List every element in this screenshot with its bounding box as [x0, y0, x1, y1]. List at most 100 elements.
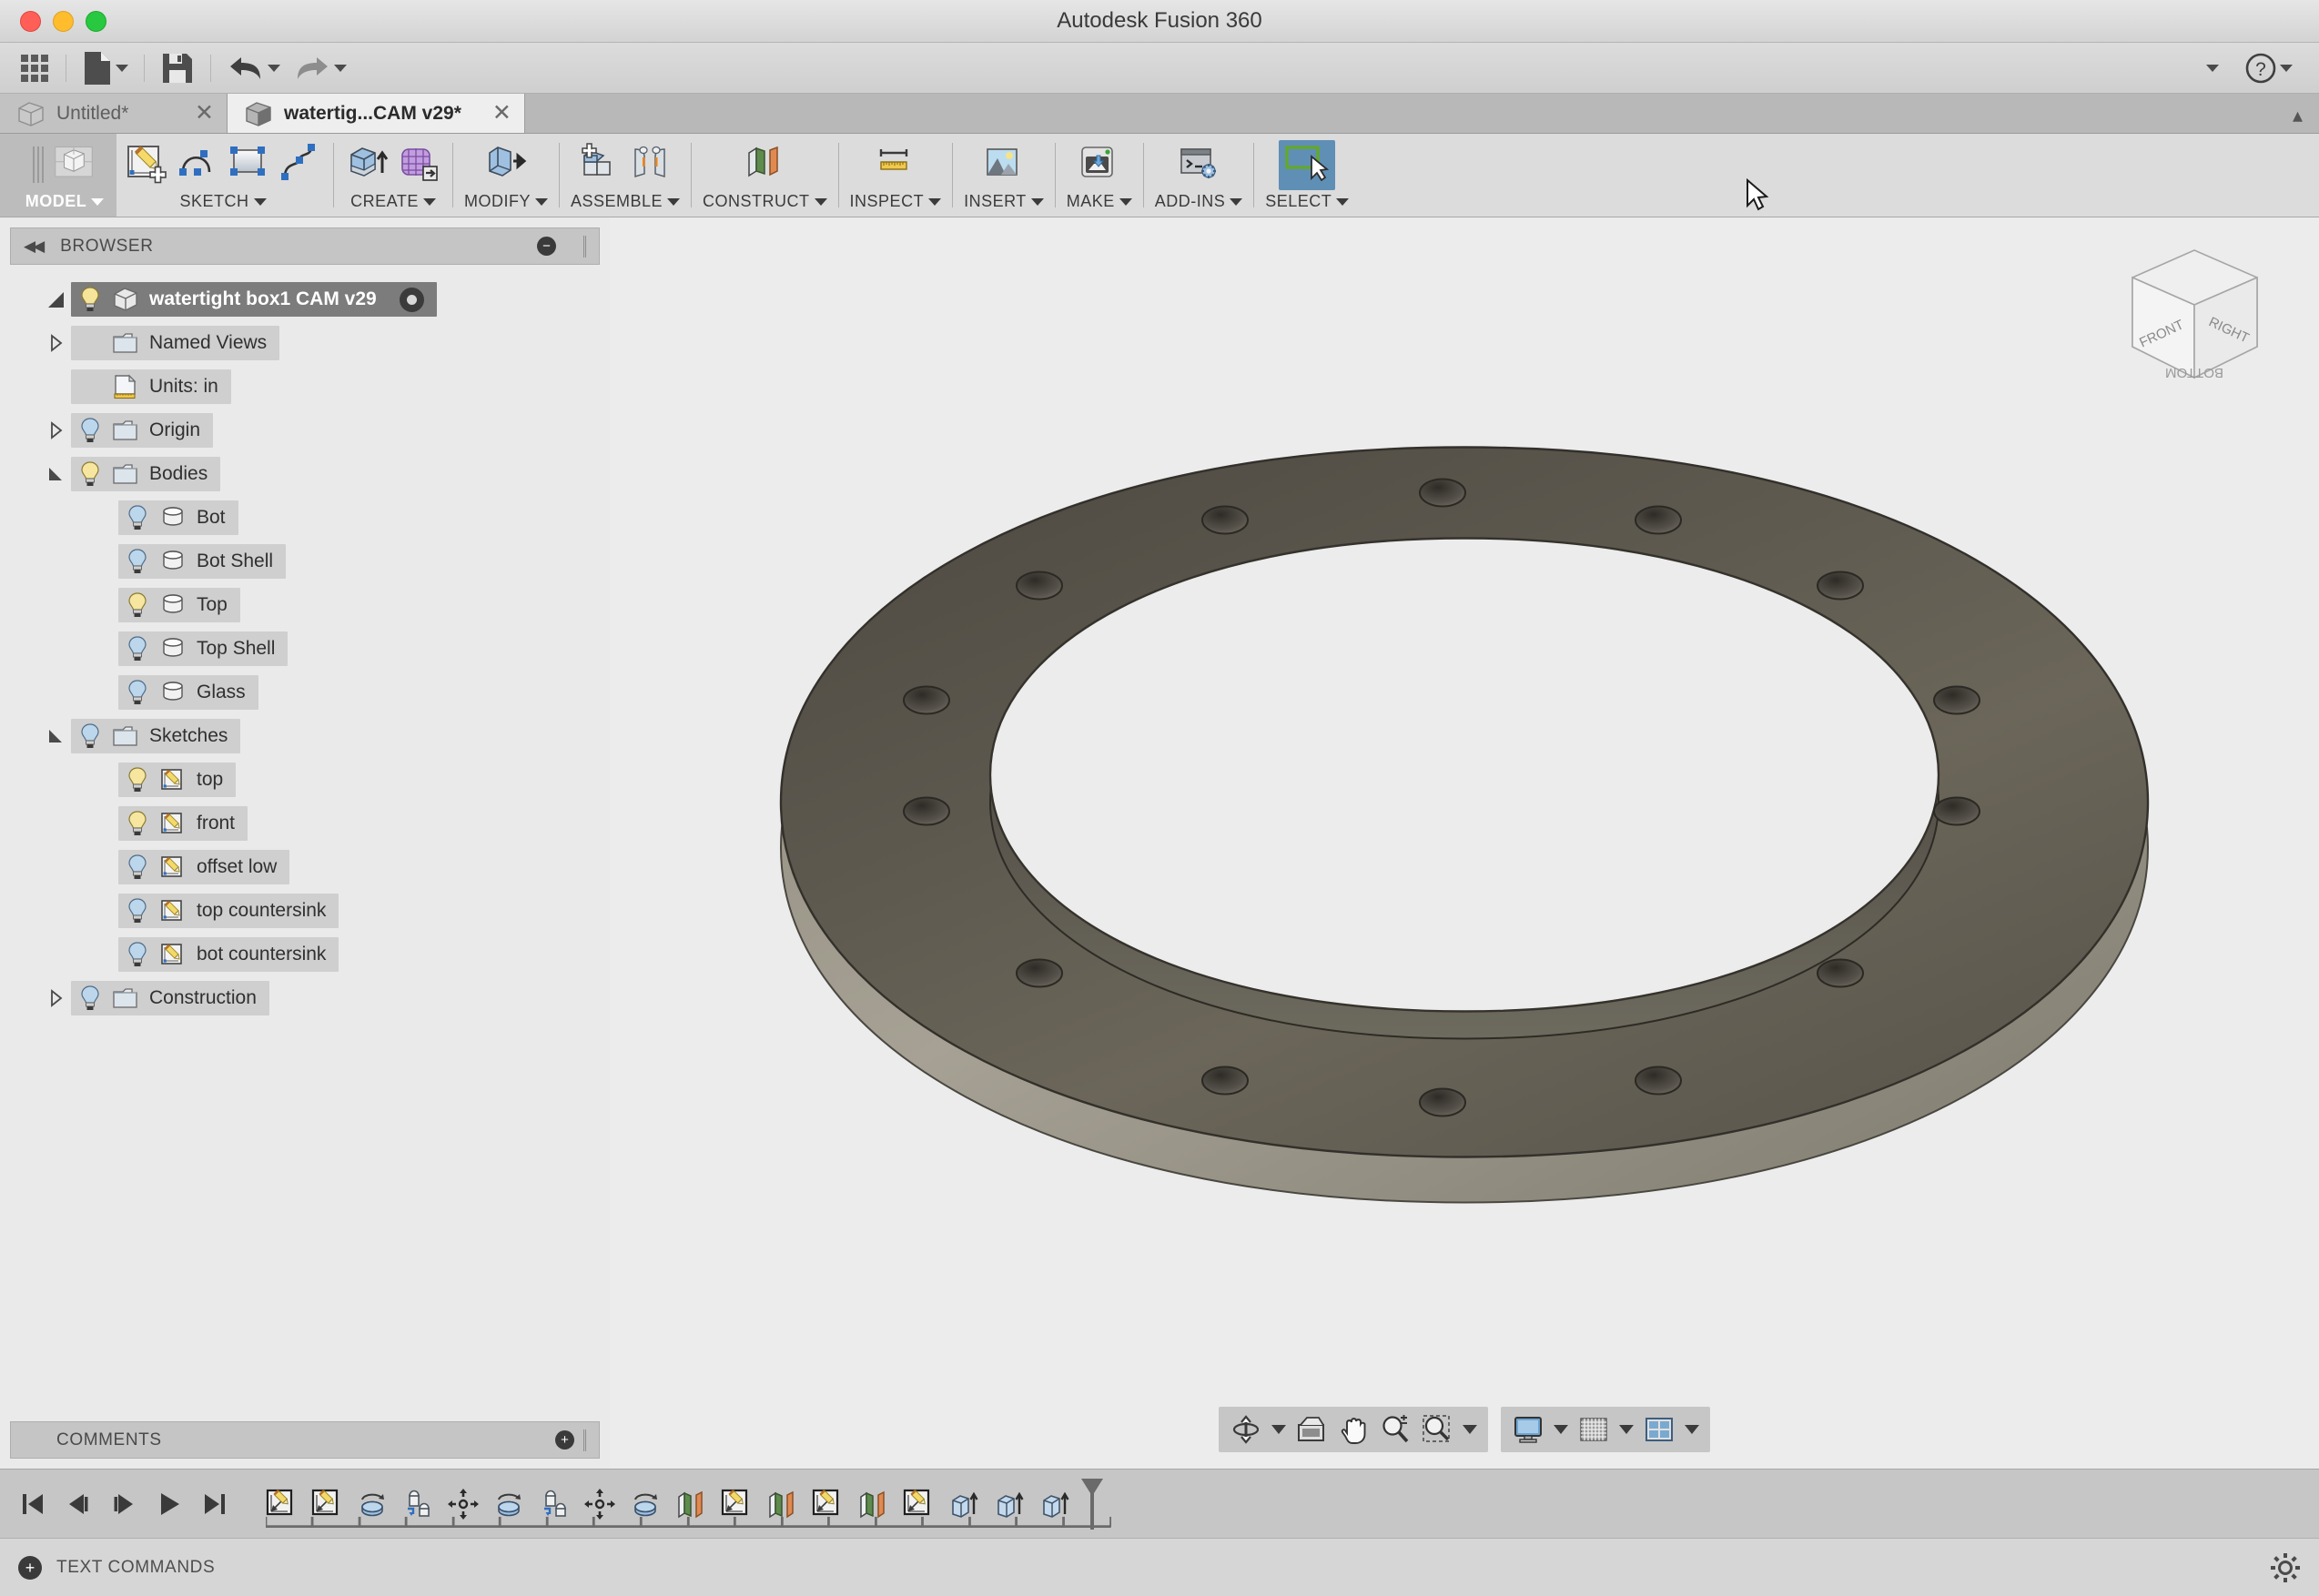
- script-console-icon[interactable]: [1176, 142, 1221, 187]
- view-cube[interactable]: FRONT RIGHT BOTTOM: [2111, 239, 2279, 394]
- redo-button[interactable]: [289, 48, 351, 88]
- chevron-down-icon[interactable]: [1230, 197, 1243, 206]
- close-window-button[interactable]: [20, 10, 41, 32]
- visibility-bulb-on-icon[interactable]: [126, 766, 149, 793]
- timeline-feature-revolve[interactable]: [486, 1483, 531, 1525]
- timeline-go-to-end[interactable]: [195, 1484, 235, 1524]
- chevron-down-icon[interactable]: [334, 64, 347, 72]
- look-at-button[interactable]: [1291, 1410, 1332, 1449]
- save-button[interactable]: [156, 48, 199, 88]
- joint-icon[interactable]: [628, 142, 673, 187]
- zoom-window-button[interactable]: [1417, 1410, 1457, 1449]
- document-tab-watertight-cam[interactable]: watertig...CAM v29* ✕: [228, 94, 525, 133]
- select-tool-button[interactable]: [1279, 139, 1336, 190]
- panel-resize-grip[interactable]: [583, 235, 586, 258]
- timeline-feature-joint[interactable]: [395, 1483, 440, 1525]
- tree-row-units-in[interactable]: Units: in: [71, 369, 231, 404]
- tree-twisty[interactable]: [40, 334, 71, 352]
- tree-row-front[interactable]: front: [118, 806, 248, 841]
- display-chevron-down-icon[interactable]: [1554, 1425, 1568, 1434]
- tree-twisty-root[interactable]: [40, 291, 71, 308]
- ribbon-label-row[interactable]: CONSTRUCT: [703, 192, 827, 211]
- ribbon-label-row[interactable]: ASSEMBLE: [571, 192, 681, 211]
- timeline-feature-plane[interactable]: [759, 1483, 804, 1525]
- orbit-button[interactable]: [1226, 1410, 1266, 1449]
- overflow-menu-button[interactable]: [2191, 48, 2231, 88]
- grid-chevron-down-icon[interactable]: [1619, 1425, 1634, 1434]
- timeline-feature-revolve[interactable]: [349, 1483, 394, 1525]
- visibility-bulb-off-icon[interactable]: [126, 635, 149, 662]
- timeline-feature-extrude[interactable]: [987, 1483, 1031, 1525]
- tree-row-root[interactable]: watertight box1 CAM v29: [71, 282, 437, 317]
- offset-plane-icon[interactable]: [742, 142, 787, 187]
- tree-row-sketches[interactable]: Sketches: [71, 719, 241, 753]
- timeline-feature-plane[interactable]: [668, 1483, 713, 1525]
- tree-row-top[interactable]: Top: [118, 588, 240, 622]
- timeline-feature-sketch[interactable]: [805, 1483, 849, 1525]
- tree-twisty[interactable]: [40, 466, 71, 482]
- new-component-icon[interactable]: [577, 142, 623, 187]
- panel-resize-grip[interactable]: [583, 1429, 586, 1451]
- rectangle-icon[interactable]: [226, 142, 271, 187]
- minimize-panel-icon[interactable]: −: [537, 237, 556, 256]
- visibility-bulb-on-icon[interactable]: [126, 810, 149, 837]
- timeline-feature-extrude[interactable]: [941, 1483, 986, 1525]
- 3d-print-icon[interactable]: [1077, 142, 1122, 187]
- measure-ruler-icon[interactable]: [873, 142, 918, 187]
- tree-twisty[interactable]: [40, 728, 71, 744]
- timeline-feature-revolve[interactable]: [623, 1483, 667, 1525]
- tree-row-top[interactable]: top: [118, 763, 237, 797]
- image-icon[interactable]: [981, 142, 1027, 187]
- view-cube-face-bottom[interactable]: BOTTOM: [2165, 365, 2223, 380]
- pan-button[interactable]: [1333, 1410, 1373, 1449]
- tree-row-origin[interactable]: Origin: [71, 413, 214, 448]
- tree-row-bot[interactable]: Bot: [118, 500, 238, 535]
- sketch-pencil-plus-icon[interactable]: [124, 142, 169, 187]
- timeline-feature-extrude[interactable]: [1032, 1483, 1077, 1525]
- tree-row-bot-shell[interactable]: Bot Shell: [118, 544, 287, 579]
- zoom-chevron-down-icon[interactable]: [1463, 1425, 1477, 1434]
- tree-row-top-shell[interactable]: Top Shell: [118, 631, 289, 666]
- ribbon-label-row[interactable]: SELECT: [1265, 192, 1350, 211]
- visibility-bulb-off-icon[interactable]: [78, 722, 102, 750]
- visibility-bulb-off-icon[interactable]: [78, 985, 102, 1012]
- timeline-feature-sketch[interactable]: [896, 1483, 940, 1525]
- visibility-bulb-off-icon[interactable]: [126, 854, 149, 881]
- visibility-bulb-off-icon[interactable]: [126, 504, 149, 531]
- tree-row-bot-countersink[interactable]: bot countersink: [118, 937, 339, 972]
- model-flange-ring[interactable]: [610, 217, 2319, 1469]
- timeline-feature-sketch[interactable]: [258, 1483, 303, 1525]
- visibility-bulb-off-icon[interactable]: [126, 941, 149, 968]
- tree-row-named-views[interactable]: Named Views: [71, 326, 280, 360]
- app-grid-button[interactable]: [15, 48, 55, 88]
- timeline-go-to-beginning[interactable]: [13, 1484, 53, 1524]
- timeline-feature-move-copy[interactable]: [577, 1483, 622, 1525]
- tree-row-offset-low[interactable]: offset low: [118, 850, 290, 884]
- form-mesh-icon[interactable]: [396, 142, 441, 187]
- chevron-down-icon[interactable]: [268, 64, 280, 72]
- close-icon[interactable]: ✕: [175, 102, 214, 125]
- collapse-panel-icon[interactable]: ◀◀: [24, 237, 45, 256]
- maximize-window-button[interactable]: [86, 10, 106, 32]
- timeline-feature-move-copy[interactable]: [441, 1483, 485, 1525]
- visibility-bulb-on-icon[interactable]: [78, 460, 102, 488]
- chevron-down-icon[interactable]: [422, 197, 436, 206]
- orbit-chevron-down-icon[interactable]: [1271, 1425, 1286, 1434]
- timeline-track[interactable]: [258, 1470, 1111, 1539]
- timeline-feature-sketch[interactable]: [304, 1483, 349, 1525]
- help-button[interactable]: ?: [2240, 48, 2297, 88]
- ribbon-label-row[interactable]: MODIFY: [464, 192, 548, 211]
- chevron-down-icon[interactable]: [535, 197, 548, 206]
- document-tab-untitled[interactable]: Untitled* ✕: [0, 94, 228, 133]
- chevron-down-icon[interactable]: [1119, 197, 1132, 206]
- visibility-bulb-off-icon[interactable]: [126, 679, 149, 706]
- undo-button[interactable]: [222, 48, 285, 88]
- expand-text-commands-icon[interactable]: +: [18, 1555, 42, 1580]
- timeline-play[interactable]: [149, 1484, 189, 1524]
- viewport-canvas[interactable]: FRONT RIGHT BOTTOM: [610, 217, 2319, 1469]
- visibility-bulb-off-icon[interactable]: [126, 897, 149, 924]
- chevron-down-icon[interactable]: [1030, 197, 1044, 206]
- tree-row-glass[interactable]: Glass: [118, 675, 258, 710]
- visibility-bulb-on-icon[interactable]: [126, 591, 149, 619]
- press-pull-icon[interactable]: [483, 142, 529, 187]
